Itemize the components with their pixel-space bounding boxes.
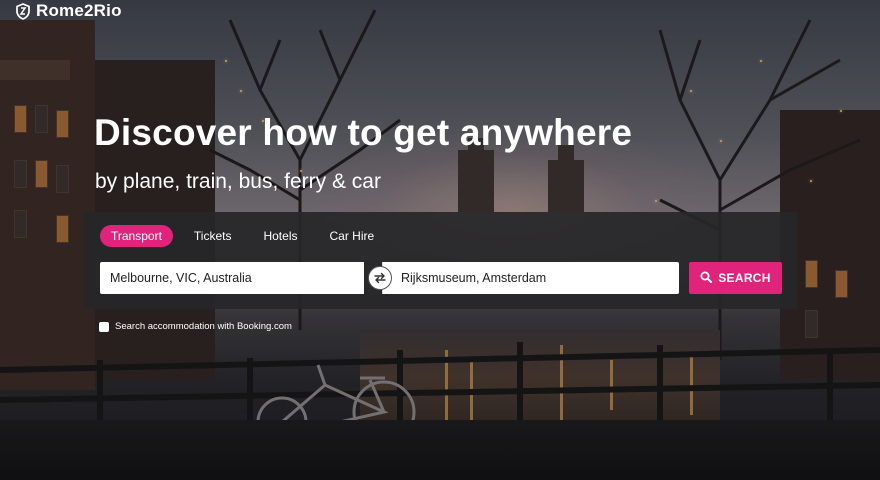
rome2rio-shield-logo-icon <box>16 2 30 20</box>
brand-logo[interactable]: Rome2Rio <box>16 0 122 22</box>
tab-car-hire[interactable]: Car Hire <box>318 225 385 247</box>
tab-transport[interactable]: Transport <box>100 225 173 247</box>
origin-input[interactable]: Melbourne, VIC, Australia <box>100 262 364 294</box>
brand-name: Rome2Rio <box>36 1 122 20</box>
search-icon <box>700 271 713 286</box>
search-tabs: Transport Tickets Hotels Car Hire <box>100 225 385 247</box>
search-button-label: SEARCH <box>718 271 771 285</box>
destination-input[interactable]: Rijksmuseum, Amsterdam <box>382 262 679 294</box>
tab-tickets[interactable]: Tickets <box>183 225 243 247</box>
hero-title: Discover how to get anywhere <box>94 112 633 153</box>
tab-hotels[interactable]: Hotels <box>252 225 308 247</box>
booking-checkbox-label: Search accommodation with Booking.com <box>115 321 292 332</box>
hero-subtitle: by plane, train, bus, ferry & car <box>95 170 381 193</box>
booking-accommodation-option[interactable]: Search accommodation with Booking.com <box>99 321 292 332</box>
search-panel: Transport Tickets Hotels Car Hire Melbou… <box>84 212 797 309</box>
search-button[interactable]: SEARCH <box>689 262 782 294</box>
booking-checkbox[interactable] <box>99 321 109 332</box>
swap-arrows-icon[interactable] <box>368 266 392 290</box>
